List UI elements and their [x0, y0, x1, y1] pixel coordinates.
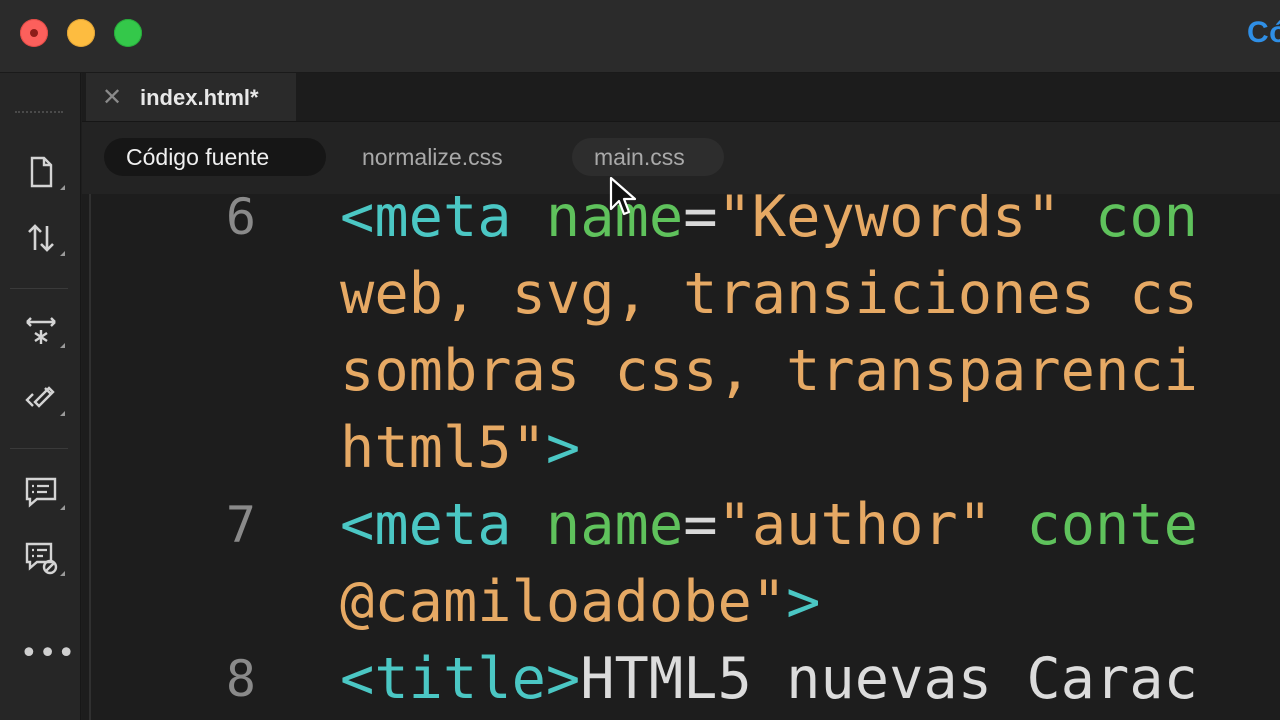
code-token-attr: conte [1026, 492, 1198, 558]
sync-arrows-icon[interactable] [18, 217, 65, 259]
coding-toolbar: ••• [0, 73, 81, 720]
title-bar: Có [0, 0, 1280, 73]
comment-icon[interactable] [18, 471, 65, 513]
mouse-cursor-icon [609, 176, 637, 216]
close-icon[interactable]: ✕ [102, 83, 122, 111]
code-line[interactable]: <meta name="Keywords" con [340, 194, 1198, 256]
code-token-attr: name [545, 492, 684, 558]
code-token-tag: <meta [340, 492, 546, 558]
close-window-button[interactable] [20, 19, 48, 47]
toolbar-divider [10, 288, 68, 289]
code-token-tag: <title> [340, 646, 581, 712]
code-token-eq: = [683, 194, 718, 250]
workspace-label[interactable]: Có [1247, 16, 1280, 50]
code-token-str: html5" [340, 415, 546, 481]
line-number: 8 [225, 650, 256, 708]
expand-collapse-icon[interactable] [18, 309, 65, 351]
code-line[interactable]: web, svg, transiciones cs [340, 256, 1198, 333]
document-tab-bar: ✕ index.html* [82, 73, 1280, 122]
code-token-attr: con [1095, 194, 1198, 250]
format-code-icon[interactable] [18, 377, 65, 419]
related-file-normalize-css[interactable]: normalize.css [340, 138, 525, 176]
code-token-str: web, svg, transiciones cs [340, 261, 1198, 327]
toolbar-grip[interactable] [15, 111, 63, 119]
file-icon[interactable] [18, 151, 65, 193]
code-editor[interactable]: 6 <meta name="Keywords" con web, svg, tran… [82, 194, 1280, 720]
code-line[interactable]: html5"> [340, 410, 580, 487]
line-number: 7 [225, 496, 256, 554]
maximize-window-button[interactable] [114, 19, 142, 47]
code-line[interactable]: sombras css, transparenci [340, 333, 1198, 410]
line-number: 6 [225, 194, 256, 246]
code-token-str: "author" [717, 492, 1027, 558]
related-files-bar: Código fuente normalize.css main.css [82, 122, 1280, 194]
code-line[interactable]: <meta name="author" conte [340, 487, 1198, 564]
related-file-main-css[interactable]: main.css [572, 138, 724, 176]
code-token-eq: = [683, 492, 718, 558]
minimize-window-button[interactable] [67, 19, 95, 47]
code-token-tag: <meta [340, 194, 546, 250]
remove-comment-icon[interactable] [18, 537, 65, 579]
code-line[interactable]: <title>HTML5 nuevas Carac [340, 641, 1198, 718]
tab-index-html[interactable]: ✕ index.html* [86, 73, 296, 121]
toolbar-divider [10, 448, 68, 449]
tab-label: index.html* [140, 85, 259, 110]
more-icon[interactable]: ••• [20, 639, 75, 669]
gutter-divider [89, 194, 91, 720]
code-token-tag: > [545, 415, 581, 481]
code-token-str: sombras css, transparenci [340, 338, 1198, 404]
code-token-tag: > [786, 569, 821, 635]
related-file-source-code[interactable]: Código fuente [104, 138, 326, 176]
code-token-str: @camiloadobe" [340, 569, 787, 635]
code-line[interactable]: @camiloadobe"> [340, 564, 820, 641]
code-token-txt: HTML5 nuevas Carac [580, 646, 1198, 712]
code-token-str: "Keywords" [717, 194, 1096, 250]
